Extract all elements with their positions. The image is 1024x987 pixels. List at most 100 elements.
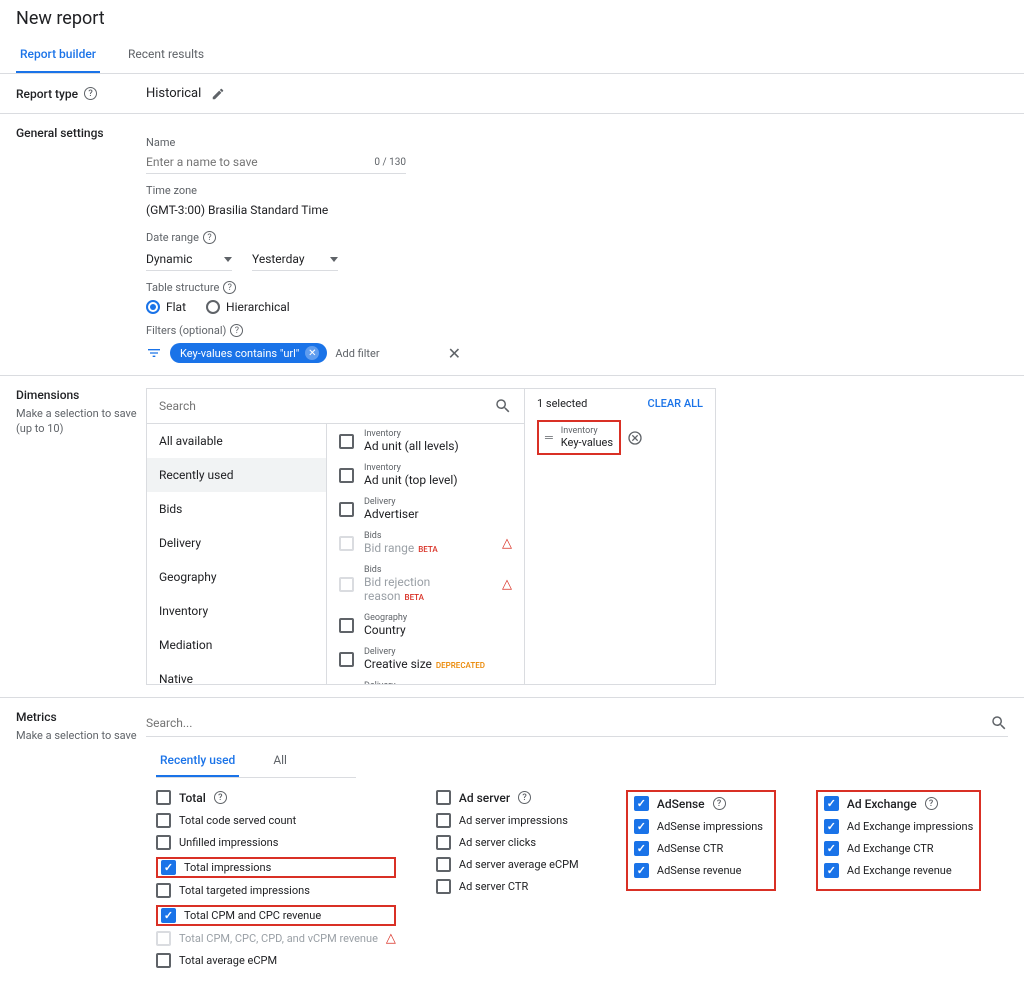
checkbox[interactable] bbox=[161, 908, 176, 923]
metrics-group-header[interactable]: Total? bbox=[156, 790, 396, 805]
checkbox[interactable] bbox=[634, 819, 649, 834]
radio-hierarchical[interactable]: Hierarchical bbox=[206, 300, 290, 314]
metric-item[interactable]: Total targeted impressions bbox=[156, 883, 396, 898]
help-icon[interactable]: ? bbox=[713, 797, 726, 810]
help-icon[interactable]: ? bbox=[925, 797, 938, 810]
checkbox[interactable] bbox=[824, 841, 839, 856]
metric-item[interactable]: Ad server CTR bbox=[436, 879, 586, 894]
warning-icon: △ bbox=[386, 931, 396, 946]
checkbox[interactable] bbox=[339, 434, 354, 449]
dimensions-label: Dimensions bbox=[16, 388, 146, 402]
checkbox[interactable] bbox=[436, 857, 451, 872]
checkbox[interactable] bbox=[339, 618, 354, 633]
dimension-category[interactable]: Delivery bbox=[147, 526, 326, 560]
dimension-item[interactable]: BidsBid rejection reasonBETA△ bbox=[327, 560, 524, 608]
filter-chip[interactable]: Key-values contains "url" ✕ bbox=[170, 343, 327, 363]
checkbox[interactable] bbox=[156, 835, 171, 850]
dimension-category[interactable]: All available bbox=[147, 424, 326, 458]
metrics-tab-recent[interactable]: Recently used bbox=[156, 745, 239, 777]
selected-dimension[interactable]: ═ Inventory Key-values bbox=[537, 420, 621, 455]
metric-item[interactable]: AdSense revenue bbox=[634, 863, 768, 878]
tab-recent-results[interactable]: Recent results bbox=[124, 37, 208, 73]
dimension-item[interactable]: GeographyCountry bbox=[327, 608, 524, 642]
dimension-category[interactable]: Bids bbox=[147, 492, 326, 526]
metric-item[interactable]: AdSense impressions bbox=[634, 819, 768, 834]
dimension-item[interactable]: DeliveryCreative size (delivered)BETA bbox=[327, 676, 524, 684]
chevron-down-icon bbox=[330, 257, 338, 262]
dimension-item[interactable]: DeliveryAdvertiser bbox=[327, 492, 524, 526]
radio-flat[interactable]: Flat bbox=[146, 300, 186, 314]
checkbox[interactable] bbox=[156, 813, 171, 828]
dimension-category[interactable]: Inventory bbox=[147, 594, 326, 628]
help-icon[interactable]: ? bbox=[223, 281, 236, 294]
checkbox[interactable] bbox=[161, 860, 176, 875]
checkbox[interactable] bbox=[436, 835, 451, 850]
metric-item[interactable]: Total CPM and CPC revenue bbox=[156, 905, 396, 926]
dimension-item[interactable]: InventoryAd unit (all levels) bbox=[327, 424, 524, 458]
search-icon[interactable] bbox=[494, 397, 512, 415]
checkbox[interactable] bbox=[156, 790, 171, 805]
metrics-group-header[interactable]: Ad Exchange? bbox=[824, 796, 973, 811]
metric-item[interactable]: Ad Exchange CTR bbox=[824, 841, 973, 856]
close-icon[interactable]: ✕ bbox=[305, 346, 319, 360]
dimension-item[interactable]: BidsBid rangeBETA△ bbox=[327, 526, 524, 560]
checkbox[interactable] bbox=[824, 863, 839, 878]
checkbox[interactable] bbox=[339, 468, 354, 483]
clear-all-button[interactable]: CLEAR ALL bbox=[648, 397, 703, 410]
metric-item[interactable]: Ad Exchange revenue bbox=[824, 863, 973, 878]
dimension-item[interactable]: InventoryAd unit (top level) bbox=[327, 458, 524, 492]
checkbox[interactable] bbox=[156, 883, 171, 898]
daterange-value-select[interactable]: Yesterday bbox=[252, 248, 338, 271]
metrics-group-header[interactable]: AdSense? bbox=[634, 796, 768, 811]
dimensions-search-input[interactable] bbox=[159, 399, 494, 413]
remove-icon[interactable] bbox=[627, 430, 643, 446]
dimension-category[interactable]: Recently used bbox=[147, 458, 326, 492]
metrics-column: AdSense? AdSense impressions AdSense CTR Ad… bbox=[626, 790, 776, 975]
metrics-tab-all[interactable]: All bbox=[269, 745, 291, 777]
checkbox[interactable] bbox=[634, 863, 649, 878]
tab-report-builder[interactable]: Report builder bbox=[16, 37, 100, 73]
pencil-icon[interactable] bbox=[211, 87, 225, 101]
checkbox[interactable] bbox=[436, 813, 451, 828]
clear-filters-icon[interactable]: ✕ bbox=[448, 344, 461, 363]
dimension-category[interactable]: Mediation bbox=[147, 628, 326, 662]
funnel-icon[interactable] bbox=[146, 345, 162, 361]
add-filter-link[interactable]: Add filter bbox=[335, 347, 379, 360]
checkbox[interactable] bbox=[156, 953, 171, 968]
checkbox[interactable] bbox=[824, 796, 839, 811]
metric-item[interactable]: Total impressions bbox=[156, 857, 396, 878]
metrics-search-input[interactable] bbox=[146, 716, 990, 730]
checkbox[interactable] bbox=[824, 819, 839, 834]
name-input[interactable] bbox=[146, 151, 374, 173]
help-icon[interactable]: ? bbox=[203, 231, 216, 244]
metric-item[interactable]: Ad server clicks bbox=[436, 835, 586, 850]
metric-item[interactable]: Ad Exchange impressions bbox=[824, 819, 973, 834]
drag-handle-icon[interactable]: ═ bbox=[545, 431, 553, 444]
metric-item[interactable]: Unfilled impressions bbox=[156, 835, 396, 850]
checkbox[interactable] bbox=[339, 502, 354, 517]
checkbox[interactable] bbox=[634, 841, 649, 856]
checkbox[interactable] bbox=[634, 796, 649, 811]
checkbox[interactable] bbox=[436, 790, 451, 805]
dimensions-section: Dimensions Make a selection to save (up … bbox=[0, 376, 1024, 698]
help-icon[interactable]: ? bbox=[84, 87, 97, 100]
checkbox bbox=[156, 931, 171, 946]
metric-item[interactable]: Total code served count bbox=[156, 813, 396, 828]
metric-item[interactable]: Total average eCPM bbox=[156, 953, 396, 968]
metric-item[interactable]: Ad server impressions bbox=[436, 813, 586, 828]
daterange-type-select[interactable]: Dynamic bbox=[146, 248, 232, 271]
dimension-category[interactable]: Native bbox=[147, 662, 326, 684]
report-type-section: Report type ? Historical bbox=[0, 74, 1024, 114]
metric-item[interactable]: AdSense CTR bbox=[634, 841, 768, 856]
search-icon[interactable] bbox=[990, 714, 1008, 732]
checkbox[interactable] bbox=[339, 652, 354, 667]
metrics-group-header[interactable]: Ad server? bbox=[436, 790, 586, 805]
metric-item[interactable]: Ad server average eCPM bbox=[436, 857, 586, 872]
dimension-item[interactable]: DeliveryCreative sizeDEPRECATED bbox=[327, 642, 524, 676]
selected-count: 1 selected bbox=[537, 397, 587, 410]
dimension-category[interactable]: Geography bbox=[147, 560, 326, 594]
warning-icon: △ bbox=[502, 536, 512, 551]
checkbox[interactable] bbox=[436, 879, 451, 894]
timezone-label: Time zone bbox=[146, 184, 1008, 197]
help-icon[interactable]: ? bbox=[230, 324, 243, 337]
